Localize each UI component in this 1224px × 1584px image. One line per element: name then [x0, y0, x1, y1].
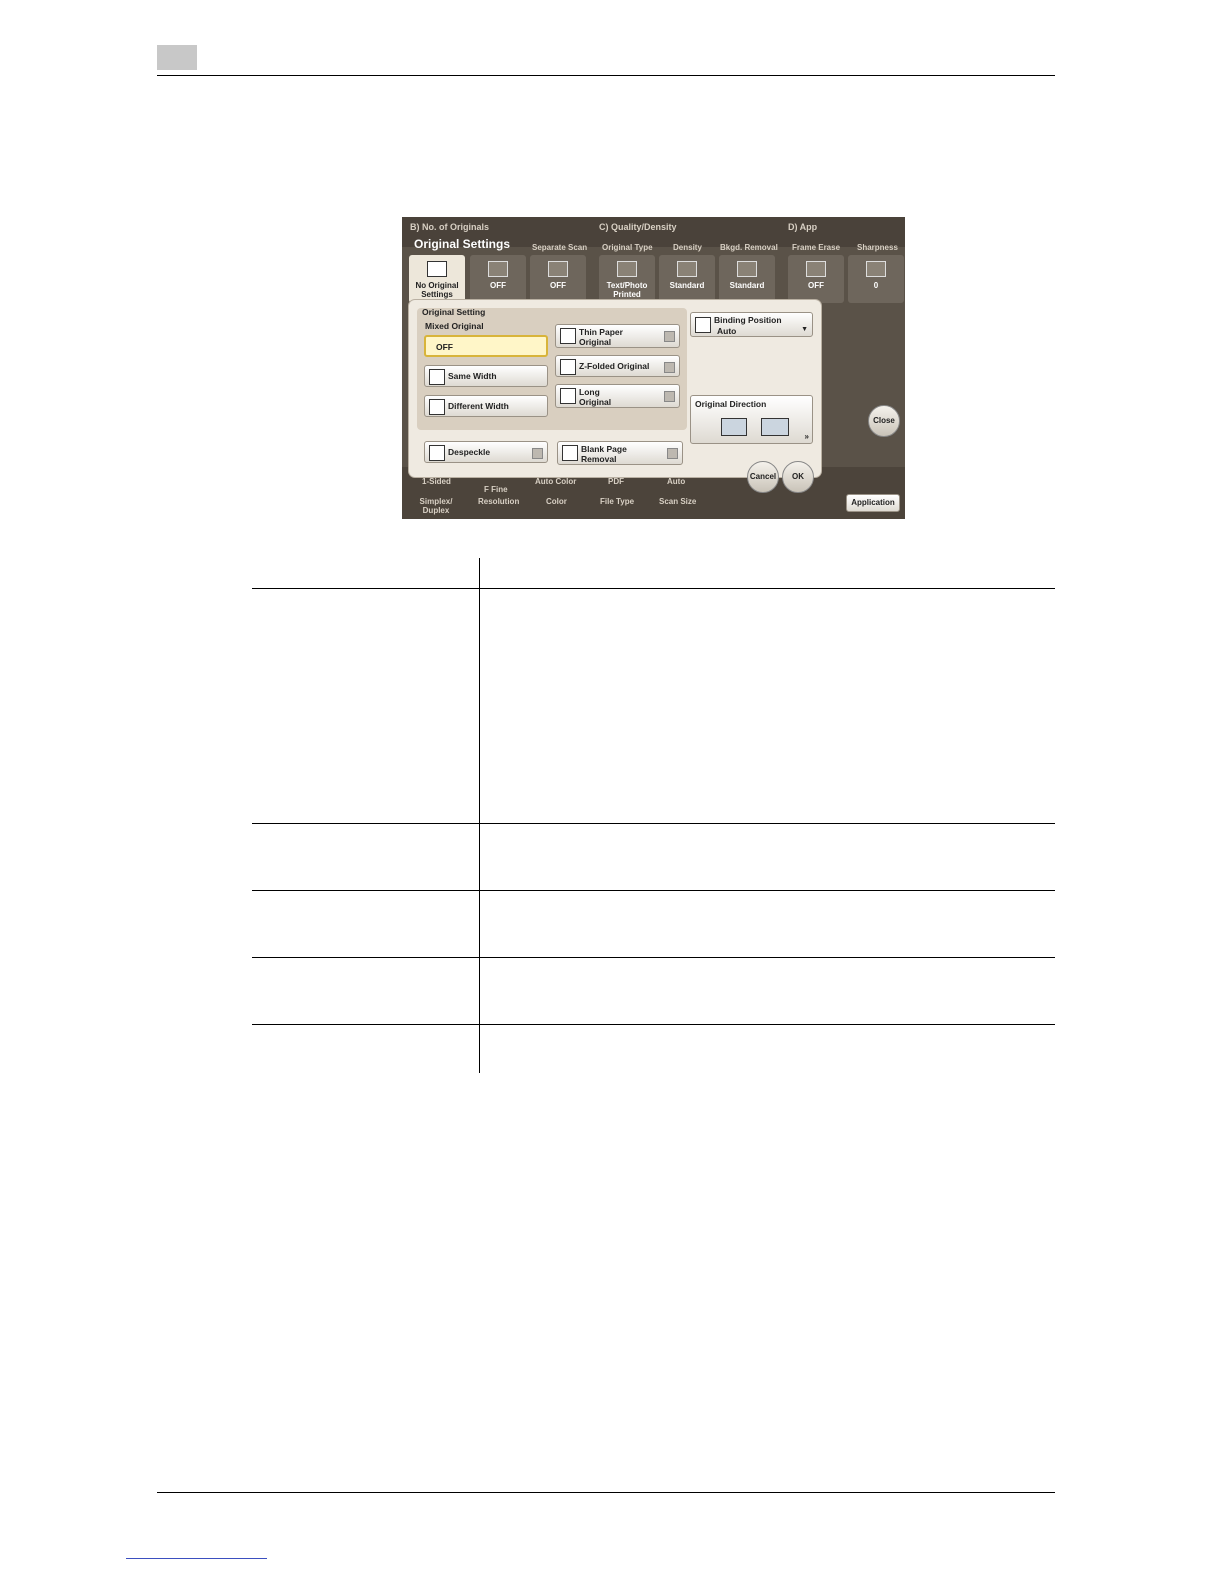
table-column-divider: [479, 558, 480, 1073]
same-width-icon: [429, 369, 445, 385]
separate-scan-icon: [548, 261, 568, 277]
bkgd-removal-icon: [737, 261, 757, 277]
direction-left-icon: [761, 418, 789, 436]
ok-button[interactable]: OK: [782, 461, 814, 493]
section-quality-density: C) Quality/Density: [599, 222, 677, 232]
binding-position-select[interactable]: Binding Position Auto ▼: [690, 312, 813, 337]
col-bkgd-removal: Bkgd. Removal: [720, 243, 778, 252]
z-folded-icon: [560, 359, 576, 375]
z-folded-original-button[interactable]: Z-Folded Original: [555, 355, 680, 377]
table-row-rule: [252, 823, 1055, 824]
tile-no-original-settings[interactable]: No Original Settings: [409, 255, 465, 303]
footer-link-underline[interactable]: [126, 1558, 267, 1559]
dialog-title: Original Settings: [414, 237, 511, 251]
mixed-off-button[interactable]: OFF: [424, 335, 548, 357]
tile-frame-erase[interactable]: OFF: [788, 255, 844, 303]
thin-paper-checkbox: [664, 331, 675, 342]
different-width-button[interactable]: Different Width: [424, 395, 548, 417]
col-frame-erase: Frame Erase: [792, 243, 841, 252]
cancel-button[interactable]: Cancel: [747, 461, 779, 493]
col-original-type: Original Type: [602, 243, 653, 252]
chapter-tab: [157, 45, 197, 70]
density-icon: [677, 261, 697, 277]
despeckle-icon: [429, 445, 445, 461]
section-no-of-originals: B) No. of Originals: [410, 222, 490, 232]
table-row-rule: [252, 890, 1055, 891]
sharpness-icon: [866, 261, 886, 277]
col-density: Density: [673, 243, 702, 252]
next-arrow-icon: »: [804, 432, 809, 441]
tile-book[interactable]: OFF: [470, 255, 526, 303]
tile-separate-scan[interactable]: OFF: [530, 255, 586, 303]
original-icon: [427, 261, 447, 277]
section-app: D) App: [788, 222, 818, 232]
tile-bkgd-removal[interactable]: Standard: [719, 255, 775, 303]
blank-page-icon: [562, 445, 578, 461]
original-setting-label: Original Setting: [422, 307, 486, 317]
direction-top-icon: [721, 418, 747, 436]
col-separate-scan: Separate Scan: [532, 243, 588, 252]
footer-rule: [157, 1492, 1055, 1493]
long-original-button[interactable]: Long Original: [555, 384, 680, 408]
table-row-rule: [252, 957, 1055, 958]
same-width-button[interactable]: Same Width: [424, 365, 548, 387]
tile-original-type[interactable]: Text/Photo Printed: [599, 255, 655, 303]
chevron-down-icon: ▼: [801, 326, 808, 333]
blank-page-removal-button[interactable]: Blank Page Removal: [557, 441, 683, 465]
book-icon: [488, 261, 508, 277]
despeckle-checkbox: [532, 448, 543, 459]
long-original-checkbox: [664, 391, 675, 402]
thin-paper-original-button[interactable]: Thin Paper Original: [555, 324, 680, 348]
z-folded-checkbox: [664, 362, 675, 373]
table-row-rule: [252, 1024, 1055, 1025]
table-header-rule: [252, 588, 1055, 589]
original-setting-dialog: Original Setting Mixed Original OFF Same…: [409, 300, 821, 493]
application-button[interactable]: Application: [846, 494, 900, 512]
different-width-icon: [429, 399, 445, 415]
header-rule: [157, 75, 1055, 76]
despeckle-button[interactable]: Despeckle: [424, 441, 548, 463]
long-original-icon: [560, 388, 576, 404]
original-settings-screenshot: B) No. of Originals C) Quality/Density D…: [402, 217, 905, 519]
tile-sharpness[interactable]: 0: [848, 255, 904, 303]
original-direction-button[interactable]: Original Direction »: [690, 395, 813, 444]
frame-erase-icon: [806, 261, 826, 277]
tile-density[interactable]: Standard: [659, 255, 715, 303]
thin-paper-icon: [560, 328, 576, 344]
text-photo-icon: [617, 261, 637, 277]
mixed-original-label: Mixed Original: [425, 321, 484, 331]
close-button[interactable]: Close: [868, 405, 900, 437]
binding-position-icon: [695, 317, 711, 333]
col-sharpness: Sharpness: [857, 243, 898, 252]
blank-page-checkbox: [667, 448, 678, 459]
